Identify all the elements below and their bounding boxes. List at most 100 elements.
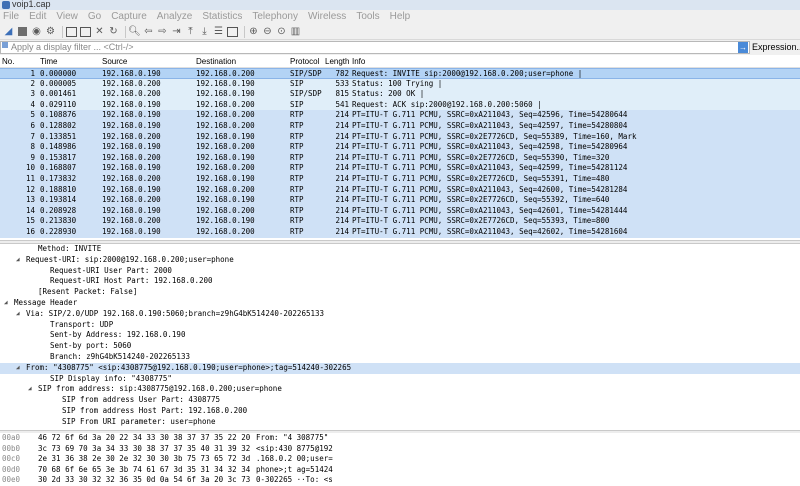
packet-row[interactable]: 11 0.173832 192.168.0.200 192.168.0.190 RTP 2…: [0, 174, 800, 185]
detail-tree-item[interactable]: Transport: UDP: [0, 320, 800, 331]
find-packet-icon[interactable]: 🔍︎: [128, 26, 141, 37]
go-to-packet-icon[interactable]: ⇥: [171, 26, 182, 37]
col-header-time[interactable]: Time: [40, 56, 57, 68]
packet-row[interactable]: 13 0.193814 192.168.0.200 192.168.0.190 RTP 2…: [0, 195, 800, 206]
detail-tree-item[interactable]: Method: INVITE: [0, 244, 800, 255]
detail-tree-item[interactable]: ◢ From: "4308775" <sip:4308775@192.168.0.…: [0, 362, 800, 374]
packet-row[interactable]: 14 0.208928 192.168.0.190 192.168.0.200 RTP 2…: [0, 205, 800, 217]
packet-row[interactable]: 7 0.133851 192.168.0.200 192.168.0.190 RTP 21…: [0, 131, 800, 143]
packet-row[interactable]: 10 0.168807 192.168.0.190 192.168.0.200 RTP 2…: [0, 163, 800, 174]
col-header-length[interactable]: Length: [325, 56, 349, 68]
packet-source: 192.168.0.190: [102, 227, 161, 236]
start-capture-icon[interactable]: ◢: [3, 26, 14, 37]
packet-info: PT=ITU-T G.711 PCMU, SSRC=0xA211043, Seq…: [352, 184, 628, 194]
open-file-icon[interactable]: [66, 26, 77, 37]
packet-row[interactable]: 8 0.148986 192.168.0.190 192.168.0.200 RTP 21…: [0, 142, 800, 153]
detail-tree-item[interactable]: ◢ Via: SIP/2.0/UDP 192.168.0.190:5060;bra…: [0, 309, 800, 320]
hex-row[interactable]: 00d0 70 68 6f 6e 65 3e 3b 74 61 67 3d 35 …: [0, 465, 800, 476]
packet-protocol: RTP: [290, 205, 304, 215]
resize-columns-icon[interactable]: ▥: [290, 26, 301, 37]
packet-no: 12: [25, 184, 35, 194]
detail-tree-item[interactable]: ◢ Message Header: [0, 298, 800, 309]
display-filter-input[interactable]: Apply a display filter ... <Ctrl-/>: [0, 41, 750, 54]
restart-capture-icon[interactable]: ◉: [31, 26, 42, 37]
packet-row[interactable]: 16 0.228930 192.168.0.190 192.168.0.200 RTP 2…: [0, 227, 800, 238]
first-packet-icon[interactable]: ⤒: [185, 26, 196, 37]
detail-tree-item[interactable]: Sent-by port: 5060: [0, 341, 800, 352]
expand-arrow-icon[interactable]: ◢: [16, 255, 20, 266]
detail-tree-item[interactable]: Request-URI Host Part: 192.168.0.200: [0, 276, 800, 287]
expand-arrow-icon[interactable]: ◢: [16, 309, 20, 320]
packet-row[interactable]: 1 0.000000 192.168.0.190 192.168.0.200 SIP/S…: [0, 68, 800, 79]
detail-tree-item[interactable]: Request-URI User Part: 2000: [0, 266, 800, 277]
packet-no: 16: [25, 227, 35, 236]
zoom-out-icon[interactable]: ⊖: [262, 26, 273, 37]
detail-tree-item[interactable]: Branch: z9hG4bK514240-202265133: [0, 352, 800, 363]
menu-statistics[interactable]: Statistics: [197, 10, 247, 24]
expand-arrow-icon[interactable]: ◢: [16, 363, 20, 374]
col-header-source[interactable]: Source: [102, 56, 127, 68]
capture-options-icon[interactable]: ⚙: [45, 26, 56, 37]
reload-file-icon[interactable]: ↻: [108, 26, 119, 37]
close-file-icon[interactable]: ✕: [94, 26, 105, 37]
detail-tree-item[interactable]: Sent-by Address: 192.168.0.190: [0, 330, 800, 341]
save-file-icon[interactable]: [80, 26, 91, 37]
packet-destination: 192.168.0.190: [196, 195, 255, 205]
hex-offset: 00a0: [2, 433, 21, 442]
hex-row[interactable]: 00a0 46 72 6f 6d 3a 20 22 34 33 30 38 37 …: [0, 433, 800, 444]
colorize-icon[interactable]: [227, 26, 238, 37]
display-filter-bar: Apply a display filter ... <Ctrl-/> → Ex…: [0, 40, 800, 55]
last-packet-icon[interactable]: ⤓: [199, 26, 210, 37]
hex-offset: 00b0: [2, 443, 21, 453]
menu-help[interactable]: Help: [385, 10, 416, 24]
hex-row[interactable]: 00b0 3c 73 69 70 3a 34 33 30 38 37 37 35 …: [0, 444, 800, 455]
go-back-icon[interactable]: ⇦: [143, 26, 154, 37]
detail-tree-label: Request-URI: sip:2000@192.168.0.200;user…: [26, 254, 234, 264]
hex-row[interactable]: 00e0 30 2d 33 30 32 32 36 35 0d 0a 54 6f …: [0, 475, 800, 486]
col-header-info[interactable]: Info: [352, 56, 365, 68]
packet-row[interactable]: 9 0.153817 192.168.0.200 192.168.0.190 RTP 21…: [0, 152, 800, 164]
zoom-in-icon[interactable]: ⊕: [248, 26, 259, 37]
detail-tree-item[interactable]: ◢ SIP from address: sip:4308775@192.168.0…: [0, 384, 800, 395]
detail-tree-item[interactable]: SIP From URI parameter: user=phone: [0, 417, 800, 428]
apply-filter-button[interactable]: →: [738, 42, 748, 53]
detail-tree-item[interactable]: ◢ Request-URI: sip:2000@192.168.0.200;use…: [0, 255, 800, 266]
detail-tree-label: [Resent Packet: False]: [38, 287, 138, 297]
menu-view[interactable]: View: [51, 10, 83, 24]
col-header-no[interactable]: No.: [2, 56, 14, 68]
menu-file[interactable]: File: [0, 10, 24, 24]
packet-row[interactable]: 15 0.213830 192.168.0.200 192.168.0.190 RTP 2…: [0, 216, 800, 227]
menu-wireless[interactable]: Wireless: [303, 10, 351, 24]
packet-info: PT=ITU-T G.711 PCMU, SSRC=0xA211043, Seq…: [352, 142, 628, 152]
packet-row[interactable]: 12 0.188810 192.168.0.190 192.168.0.200 RTP 2…: [0, 184, 800, 196]
menu-capture[interactable]: Capture: [106, 10, 152, 24]
col-header-protocol[interactable]: Protocol: [290, 56, 319, 68]
packet-row[interactable]: 6 0.128802 192.168.0.190 192.168.0.200 RTP 21…: [0, 121, 800, 132]
expand-arrow-icon[interactable]: ◢: [4, 298, 8, 309]
menu-edit[interactable]: Edit: [24, 10, 51, 24]
menu-telephony[interactable]: Telephony: [247, 10, 303, 24]
packet-protocol: SIP: [290, 78, 304, 88]
bookmark-filter-icon[interactable]: [2, 42, 8, 48]
packet-row[interactable]: 3 0.001461 192.168.0.200 192.168.0.190 SIP/S…: [0, 89, 800, 100]
packet-row[interactable]: 5 0.108876 192.168.0.190 192.168.0.200 RTP 21…: [0, 110, 800, 121]
zoom-normal-icon[interactable]: ⊙: [276, 26, 287, 37]
packet-source: 192.168.0.200: [102, 216, 161, 226]
detail-tree-item[interactable]: SIP from address User Part: 4308775: [0, 395, 800, 406]
menu-go[interactable]: Go: [83, 10, 106, 24]
expression-button[interactable]: Expression...: [752, 41, 800, 54]
expand-arrow-icon[interactable]: ◢: [28, 384, 32, 395]
menu-tools[interactable]: Tools: [351, 10, 384, 24]
hex-row[interactable]: 00c0 2e 31 36 38 2e 30 2e 32 30 30 3b 75 …: [0, 454, 800, 465]
autoscroll-icon[interactable]: ☰: [213, 26, 224, 37]
packet-row[interactable]: 2 0.000005 192.168.0.200 192.168.0.190 SIP 53…: [0, 78, 800, 90]
packet-length: 214: [335, 174, 349, 183]
stop-capture-icon[interactable]: [18, 27, 27, 36]
col-header-destination[interactable]: Destination: [196, 56, 236, 68]
menu-analyze[interactable]: Analyze: [152, 10, 198, 24]
go-forward-icon[interactable]: ⇨: [157, 26, 168, 37]
packet-row[interactable]: 4 0.029110 192.168.0.190 192.168.0.200 SIP 54…: [0, 99, 800, 111]
detail-tree-item[interactable]: SIP Display info: "4308775": [0, 374, 800, 385]
detail-tree-item[interactable]: SIP from address Host Part: 192.168.0.20…: [0, 406, 800, 417]
detail-tree-item[interactable]: [Resent Packet: False]: [0, 287, 800, 298]
